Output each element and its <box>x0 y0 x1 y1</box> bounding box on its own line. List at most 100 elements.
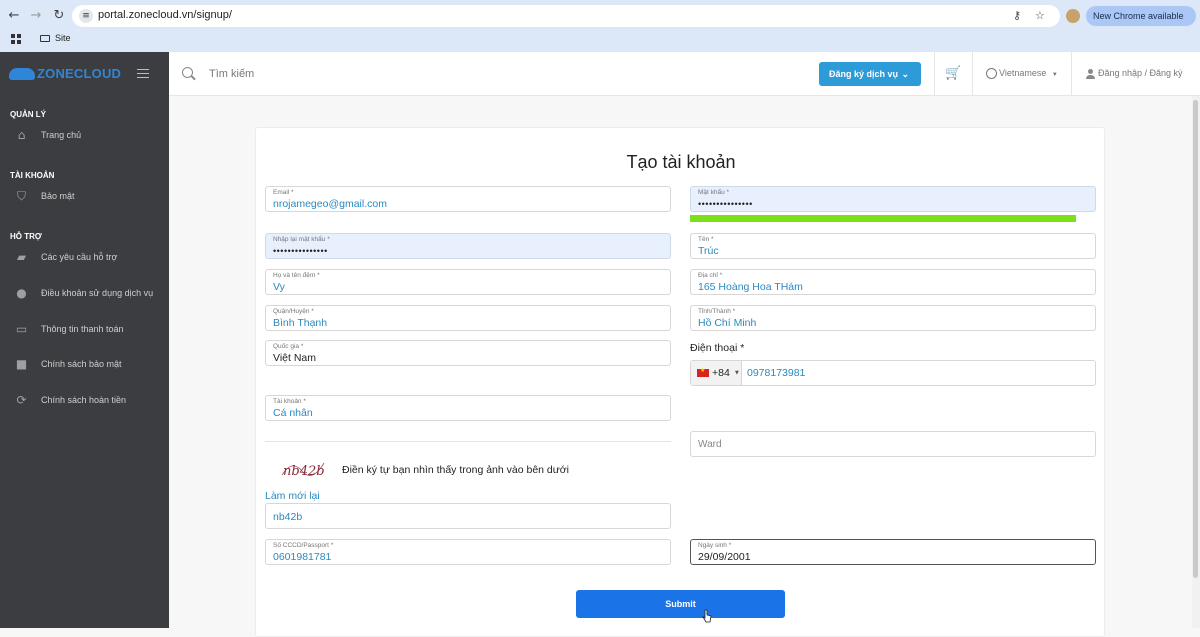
folder-icon <box>40 35 50 43</box>
birthday-value: 29/09/2001 <box>698 551 751 563</box>
password-strength-bar <box>690 215 1076 222</box>
apps-grid-icon[interactable] <box>11 34 22 45</box>
sidebar-item-label: Các yêu cầu hỗ trợ <box>41 252 118 262</box>
key-icon[interactable]: ⚷ <box>1013 9 1021 22</box>
sidebar-item-terms[interactable]: ● Điều khoản sử dụng dịch vụ <box>0 283 169 305</box>
district-value: Bình Thạnh <box>273 317 328 329</box>
profile-avatar[interactable] <box>1066 9 1080 23</box>
sidebar-item-label: Điều khoản sử dụng dịch vụ <box>41 288 154 298</box>
email-label: Email * <box>273 189 294 196</box>
first-name-label: Tên * <box>698 236 714 243</box>
section-title-manage: QUẢN LÝ <box>10 110 46 119</box>
captcha-image: nb42b <box>281 462 325 479</box>
scrollbar[interactable] <box>1192 96 1200 628</box>
address-field[interactable]: Địa chỉ * 165 Hoàng Hoa THám <box>690 269 1096 295</box>
reload-icon[interactable]: ↻ <box>51 8 67 24</box>
home-icon: ⌂ <box>17 128 26 142</box>
caret-down-icon: ▼ <box>735 370 739 376</box>
captcha-refresh-link[interactable]: Làm mới lại <box>265 490 320 502</box>
vietnam-flag-icon <box>697 367 709 377</box>
shield-icon: ⛉ <box>16 189 26 203</box>
sidebar-item-privacy[interactable]: ■ Chính sách bảo mật <box>0 354 169 376</box>
register-service-button[interactable]: Đăng ký dịch vụ ⌄ <box>819 62 921 86</box>
captcha-text: nb42b <box>283 464 325 479</box>
bookmark-folder-label: Site <box>55 33 71 43</box>
district-field[interactable]: Quận/Huyện * Bình Thạnh <box>265 305 671 331</box>
last-name-value: Vy <box>273 281 285 293</box>
cart-icon[interactable]: 🛒 <box>945 66 961 81</box>
bookmark-folder[interactable]: Site <box>40 33 71 43</box>
address-bar[interactable]: ≡ portal.zonecloud.vn/signup/ ⚷ ☆ <box>72 5 1060 27</box>
sidebar-item-label: Trang chủ <box>41 130 82 140</box>
new-chrome-button[interactable]: New Chrome available <box>1086 6 1196 26</box>
sidebar-item-label: Chính sách bảo mật <box>41 359 122 369</box>
browser-chrome: ← → ↻ ≡ portal.zonecloud.vn/signup/ ⚷ ☆ … <box>0 0 1200 52</box>
lock-icon: ■ <box>15 357 28 371</box>
menu-toggle-icon[interactable] <box>137 69 149 78</box>
cloud-logo-icon <box>9 68 35 80</box>
login-link[interactable]: Đăng nhập / Đăng ký <box>1086 68 1183 79</box>
forward-icon[interactable]: → <box>28 8 44 24</box>
captcha-input[interactable]: nb42b <box>265 503 671 529</box>
email-value: nrojamegeo@gmail.com <box>273 198 387 210</box>
address-label: Địa chỉ * <box>698 272 723 279</box>
sidebar-item-home[interactable]: ⌂ Trang chủ <box>0 125 169 147</box>
province-field[interactable]: Tỉnh/Thành * Hồ Chí Minh <box>690 305 1096 331</box>
star-icon[interactable]: ☆ <box>1035 9 1045 22</box>
last-name-field[interactable]: Họ và tên đệm * Vy <box>265 269 671 295</box>
tickets-icon: ▰ <box>16 250 27 264</box>
account-type-select[interactable]: Tài khoản * Cá nhân <box>265 395 671 421</box>
country-code-selector[interactable]: +84 ▼ <box>691 361 742 385</box>
sidebar-item-label: Chính sách hoàn tiền <box>41 395 127 405</box>
language-label: Vietnamese <box>999 68 1047 78</box>
address-value: 165 Hoàng Hoa THám <box>698 281 803 293</box>
account-type-value: Cá nhân <box>273 407 313 419</box>
credit-card-icon: ▭ <box>15 322 28 336</box>
confirm-password-value: ••••••••••••••• <box>273 246 328 256</box>
province-value: Hồ Chí Minh <box>698 317 757 329</box>
brand-name-b: CLOUD <box>73 66 122 81</box>
sidebar-item-billing[interactable]: ▭ Thông tin thanh toán <box>0 319 169 341</box>
phone-field[interactable]: +84 ▼ 0978173981 <box>690 360 1096 386</box>
captcha-value: nb42b <box>273 511 303 523</box>
browser-toolbar: ← → ↻ ≡ portal.zonecloud.vn/signup/ ⚷ ☆ … <box>0 0 1200 32</box>
sidebar-item-support-requests[interactable]: ▰ Các yêu cầu hỗ trợ <box>0 247 169 269</box>
country-value: Việt Nam <box>273 352 316 364</box>
confirm-password-field[interactable]: Nhập lại mật khẩu * ••••••••••••••• <box>265 233 671 259</box>
sidebar-item-label: Bảo mật <box>41 191 75 201</box>
login-label: Đăng nhập / Đăng ký <box>1098 68 1183 78</box>
ward-placeholder: Ward <box>698 439 722 450</box>
search-input[interactable] <box>209 66 509 82</box>
sidebar-item-security[interactable]: ⛉ Bảo mật <box>0 186 169 208</box>
user-icon <box>1086 68 1095 79</box>
sidebar: ZONECLOUD QUẢN LÝ ⌂ Trang chủ TÀI KHOẢN … <box>0 52 169 628</box>
captcha-hint: Điền ký tự bạn nhìn thấy trong ảnh vào b… <box>342 464 570 476</box>
district-label: Quận/Huyện * <box>273 308 314 315</box>
ward-field[interactable]: Ward <box>690 431 1096 457</box>
divider <box>934 52 935 96</box>
site-info-icon[interactable]: ≡ <box>79 9 93 23</box>
submit-button[interactable]: Submit <box>576 590 785 618</box>
user-icon: ● <box>16 286 27 300</box>
language-selector[interactable]: Vietnamese ▼ <box>986 68 1058 80</box>
address-url[interactable]: portal.zonecloud.vn/signup/ <box>98 9 232 21</box>
email-field[interactable]: Email * nrojamegeo@gmail.com <box>265 186 671 212</box>
password-field[interactable]: Mật khẩu * ••••••••••••••• <box>690 186 1096 212</box>
divider <box>265 441 671 442</box>
country-select[interactable]: Quốc gia * Việt Nam <box>265 340 671 366</box>
page-title: Tạo tài khoản <box>626 152 736 172</box>
id-number-label: Số CCCD/Passport * <box>273 542 334 549</box>
signup-card: Tạo tài khoản Email * nrojamegeo@gmail.c… <box>255 127 1105 637</box>
caret-down-icon: ▼ <box>1051 72 1058 78</box>
confirm-password-label: Nhập lại mật khẩu * <box>273 236 330 243</box>
topbar: Đăng ký dịch vụ ⌄ 🛒 Vietnamese ▼ Đăng nh… <box>169 52 1200 96</box>
first-name-field[interactable]: Tên * Trúc <box>690 233 1096 259</box>
section-title-support: HỖ TRỢ <box>10 232 42 241</box>
scrollbar-thumb[interactable] <box>1193 100 1198 578</box>
divider <box>1071 52 1072 96</box>
sidebar-item-refund[interactable]: ⟳ Chính sách hoàn tiền <box>0 390 169 412</box>
chevron-down-icon: ⌄ <box>901 69 909 79</box>
id-number-field[interactable]: Số CCCD/Passport * 0601981781 <box>265 539 671 565</box>
back-icon[interactable]: ← <box>6 8 22 24</box>
birthday-field[interactable]: Ngày sinh * 29/09/2001 <box>690 539 1096 565</box>
